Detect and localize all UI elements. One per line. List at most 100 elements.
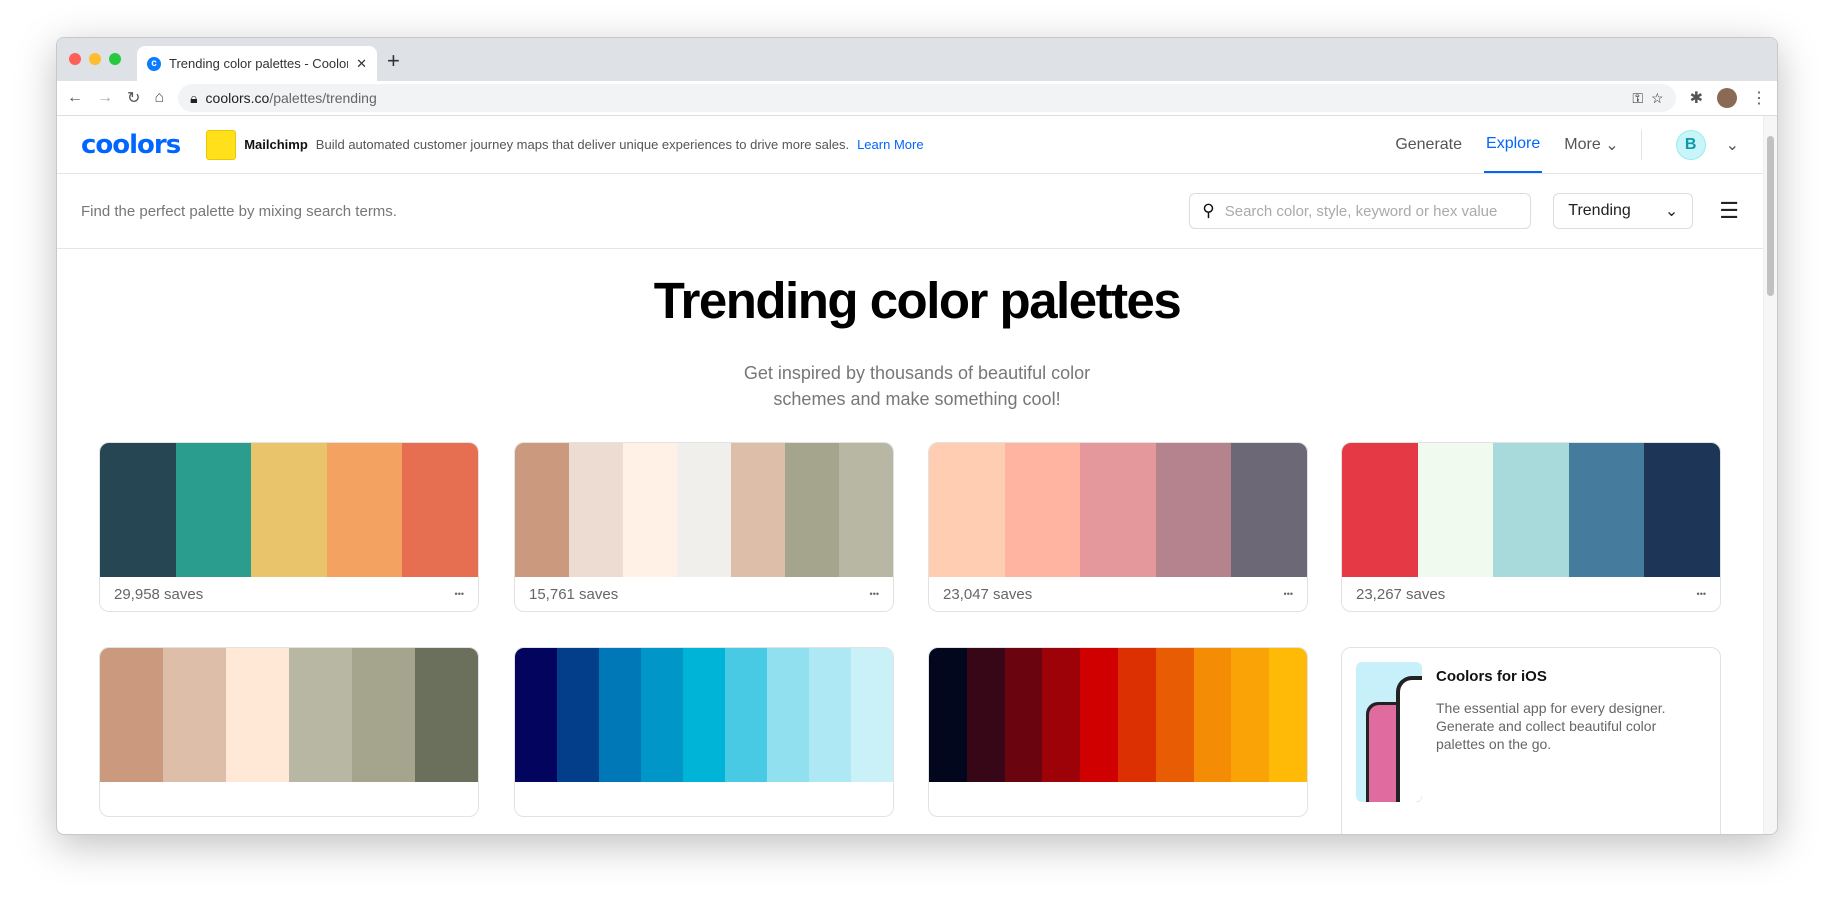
minimize-window-button[interactable] xyxy=(89,53,101,65)
close-window-button[interactable] xyxy=(69,53,81,65)
color-swatch[interactable] xyxy=(415,648,478,782)
color-swatch[interactable] xyxy=(402,443,478,577)
ios-promo-card[interactable]: Coolors for iOS The essential app for ev… xyxy=(1341,647,1721,834)
palette-colors xyxy=(515,443,893,577)
sort-select[interactable]: Trending ⌄ xyxy=(1553,193,1694,229)
color-swatch[interactable] xyxy=(100,443,176,577)
color-swatch[interactable] xyxy=(641,648,683,782)
more-options-icon[interactable]: ••• xyxy=(455,589,464,599)
palette-card[interactable]: 29,958 saves ••• xyxy=(99,442,479,612)
search-hint: Find the perfect palette by mixing searc… xyxy=(81,202,397,220)
color-swatch[interactable] xyxy=(785,443,839,577)
palette-card[interactable] xyxy=(99,647,479,817)
coolors-favicon-icon: c xyxy=(147,56,161,71)
color-swatch[interactable] xyxy=(1493,443,1569,577)
color-swatch[interactable] xyxy=(683,648,725,782)
color-swatch[interactable] xyxy=(839,443,893,577)
color-swatch[interactable] xyxy=(1004,443,1081,577)
palette-card[interactable] xyxy=(928,647,1308,817)
palette-card[interactable]: 15,761 saves ••• xyxy=(514,442,894,612)
color-swatch[interactable] xyxy=(851,648,893,782)
color-swatch[interactable] xyxy=(1042,648,1081,782)
back-icon[interactable]: ← xyxy=(67,89,83,107)
color-swatch[interactable] xyxy=(677,443,731,577)
ad-text: Build automated customer journey maps th… xyxy=(315,137,850,152)
home-icon[interactable]: ⌂ xyxy=(154,89,164,107)
color-swatch[interactable] xyxy=(1342,443,1418,577)
page: coolors Mailchimp Build automated custom… xyxy=(57,116,1777,834)
forward-icon[interactable]: → xyxy=(97,89,113,107)
color-swatch[interactable] xyxy=(731,443,785,577)
star-icon[interactable]: ☆ xyxy=(1651,90,1664,107)
color-swatch[interactable] xyxy=(725,648,767,782)
color-swatch[interactable] xyxy=(251,443,327,577)
palette-colors xyxy=(100,443,478,577)
color-swatch[interactable] xyxy=(1117,648,1156,782)
color-swatch[interactable] xyxy=(175,443,252,577)
color-swatch[interactable] xyxy=(1231,648,1270,782)
palette-card[interactable]: 23,047 saves ••• xyxy=(928,442,1308,612)
color-swatch[interactable] xyxy=(1155,648,1194,782)
color-swatch[interactable] xyxy=(163,648,226,782)
menu-icon[interactable]: ☰ xyxy=(1719,198,1739,224)
color-swatch[interactable] xyxy=(1080,648,1118,782)
color-swatch[interactable] xyxy=(352,648,415,782)
profile-avatar[interactable] xyxy=(1717,88,1737,108)
color-swatch[interactable] xyxy=(623,443,677,577)
palette-card[interactable]: 23,267 saves ••• xyxy=(1341,442,1721,612)
color-swatch[interactable] xyxy=(1644,443,1720,577)
color-swatch[interactable] xyxy=(929,443,1005,577)
color-swatch[interactable] xyxy=(326,443,403,577)
more-options-icon[interactable]: ••• xyxy=(1697,589,1706,599)
reload-icon[interactable]: ↻ xyxy=(127,88,140,108)
saves-count: 23,047 saves xyxy=(943,585,1033,603)
coolors-logo[interactable]: coolors xyxy=(81,130,181,160)
saves-count: 15,761 saves xyxy=(529,585,619,603)
key-icon[interactable]: ⚿ xyxy=(1632,90,1643,107)
site-header: coolors Mailchimp Build automated custom… xyxy=(57,116,1763,174)
address-bar[interactable]: 🔒︎ coolors.co/palettes/trending ⚿ ☆ xyxy=(178,84,1676,112)
color-swatch[interactable] xyxy=(1155,443,1232,577)
color-swatch[interactable] xyxy=(1193,648,1232,782)
extensions-icon[interactable]: ✱ xyxy=(1690,88,1703,108)
color-swatch[interactable] xyxy=(515,443,569,577)
color-swatch[interactable] xyxy=(1417,443,1494,577)
account-chevron-down-icon[interactable]: ⌄ xyxy=(1726,135,1739,155)
palette-colors xyxy=(929,443,1307,577)
color-swatch[interactable] xyxy=(569,443,623,577)
color-swatch[interactable] xyxy=(100,648,163,782)
color-swatch[interactable] xyxy=(966,648,1005,782)
menu-kebab-icon[interactable]: ⋮ xyxy=(1751,88,1767,108)
color-swatch[interactable] xyxy=(929,648,967,782)
close-tab-icon[interactable]: ✕ xyxy=(356,56,367,72)
color-swatch[interactable] xyxy=(599,648,641,782)
palette-footer: 23,047 saves ••• xyxy=(929,577,1307,611)
color-swatch[interactable] xyxy=(515,648,557,782)
color-swatch[interactable] xyxy=(1231,443,1307,577)
color-swatch[interactable] xyxy=(1080,443,1156,577)
maximize-window-button[interactable] xyxy=(109,53,121,65)
color-swatch[interactable] xyxy=(289,648,352,782)
new-tab-button[interactable]: + xyxy=(387,48,400,74)
color-swatch[interactable] xyxy=(1568,443,1645,577)
promo-description: The essential app for every designer. Ge… xyxy=(1435,700,1666,752)
chevron-down-icon: ⌄ xyxy=(1605,136,1619,154)
nav-explore[interactable]: Explore xyxy=(1484,116,1543,173)
more-options-icon[interactable]: ••• xyxy=(1284,589,1293,599)
user-avatar[interactable]: B xyxy=(1675,129,1706,160)
color-swatch[interactable] xyxy=(1004,648,1043,782)
nav-generate[interactable]: Generate xyxy=(1393,116,1464,173)
color-swatch[interactable] xyxy=(226,648,289,782)
more-options-icon[interactable]: ••• xyxy=(870,589,879,599)
browser-tab[interactable]: c Trending color palettes - Coolors ✕ xyxy=(137,46,377,81)
color-swatch[interactable] xyxy=(557,648,599,782)
color-swatch[interactable] xyxy=(1269,648,1307,782)
nav-more[interactable]: More ⌄ xyxy=(1562,116,1620,173)
search-input[interactable]: ⚲ Search color, style, keyword or hex va… xyxy=(1189,193,1532,229)
palette-card[interactable] xyxy=(514,647,894,817)
learn-more-link[interactable]: Learn More xyxy=(857,137,923,152)
scrollbar-thumb[interactable] xyxy=(1767,136,1774,296)
color-swatch[interactable] xyxy=(809,648,851,782)
scrollbar[interactable] xyxy=(1763,116,1777,834)
color-swatch[interactable] xyxy=(767,648,809,782)
